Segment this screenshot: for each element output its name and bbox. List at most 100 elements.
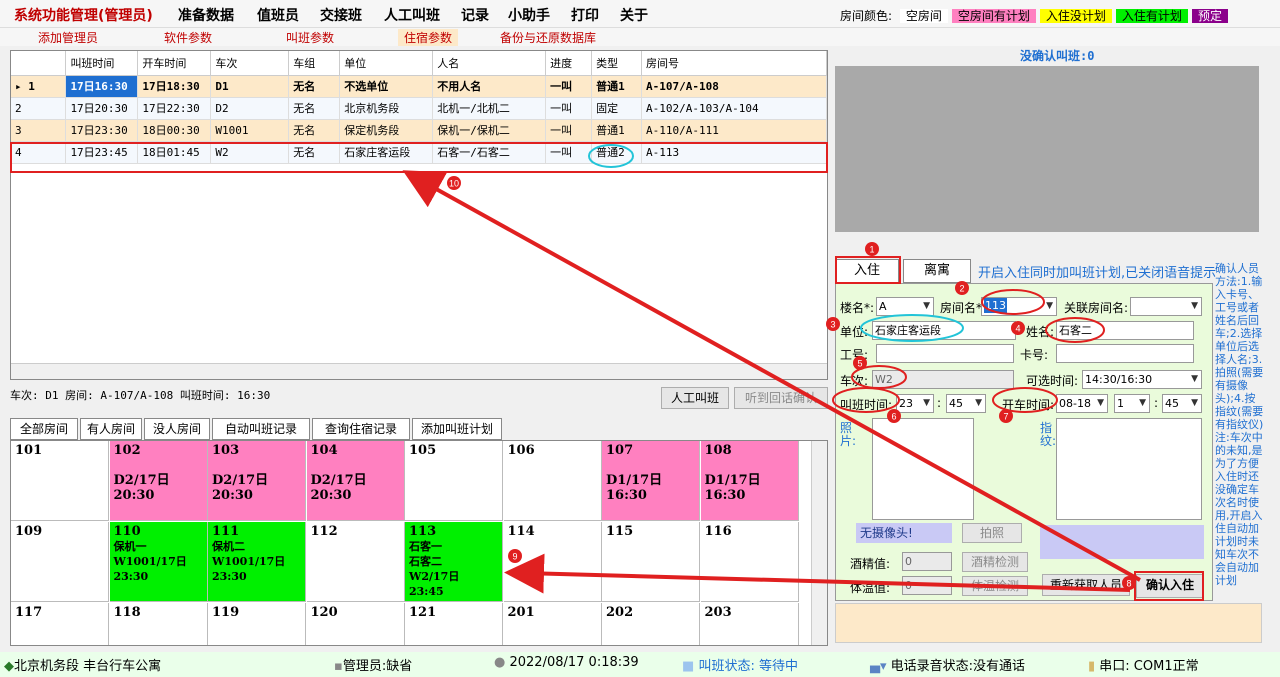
- table-cell: 18日00:30: [137, 119, 212, 142]
- room-cell[interactable]: 109: [11, 522, 109, 602]
- room-select[interactable]: 113 ▼: [981, 297, 1057, 316]
- tab-checkout[interactable]: 离寓: [903, 259, 971, 283]
- room-cell[interactable]: 117: [11, 603, 109, 645]
- room-cell[interactable]: 115: [602, 522, 700, 602]
- room-cell[interactable]: 101: [11, 441, 109, 521]
- room-number: 101: [15, 443, 43, 458]
- menu-duty-officer[interactable]: 值班员: [257, 5, 299, 25]
- table-cell: 17日22:30: [137, 97, 212, 120]
- menu-about[interactable]: 关于: [620, 5, 648, 25]
- room-cell[interactable]: 203: [701, 603, 799, 645]
- table-row[interactable]: ▸ 1 17日16:30 17日18:30 D1 无名 不选单位 不用人名 一叫 普通1 A-10…: [11, 75, 827, 98]
- submenu-lodging-params[interactable]: 住宿参数: [398, 29, 459, 46]
- depart-time-colon: :: [1154, 396, 1159, 410]
- available-time-label: 可选时间:: [1026, 374, 1079, 388]
- depart-date-select[interactable]: 08-18 ▼: [1056, 394, 1108, 413]
- grid-column-header[interactable]: 单位: [339, 51, 434, 76]
- tab-all-rooms[interactable]: 全部房间: [10, 418, 78, 440]
- work-no-field[interactable]: [876, 344, 1014, 363]
- related-room-select[interactable]: ▼: [1130, 297, 1202, 316]
- room-info-line: 石客二: [409, 555, 442, 568]
- tab-auto-call-records[interactable]: 自动叫班记录: [212, 418, 310, 440]
- available-time-select[interactable]: 14:30/16:30 ▼: [1082, 370, 1202, 389]
- room-cell[interactable]: 114: [503, 522, 602, 602]
- room-cell[interactable]: 110 保机一 W1001/17日 23:30: [109, 522, 208, 602]
- unit-field[interactable]: 石家庄客运段: [872, 321, 1016, 340]
- photo-button[interactable]: 拍照: [962, 523, 1022, 543]
- submenu-add-admin[interactable]: 添加管理员: [38, 29, 98, 46]
- card-no-field[interactable]: [1056, 344, 1194, 363]
- menu-print[interactable]: 打印: [571, 5, 599, 25]
- room-cell[interactable]: 121: [405, 603, 503, 645]
- tab-add-call-plan[interactable]: 添加叫班计划: [412, 418, 502, 440]
- room-cell[interactable]: 120: [307, 603, 405, 645]
- room-cell[interactable]: 103 D2/17日 20:30: [208, 441, 306, 521]
- room-cell[interactable]: 119: [208, 603, 306, 645]
- room-cell[interactable]: 111 保机二 W1001/17日 23:30: [208, 522, 306, 602]
- room-cell[interactable]: 105: [405, 441, 503, 521]
- checkin-hint: 开启入住同时加叫班计划,已关闭语音提示: [978, 266, 1217, 281]
- grid-column-header[interactable]: 车组: [288, 51, 341, 76]
- room-cell[interactable]: 201: [504, 603, 602, 645]
- grid-column-header[interactable]: [11, 51, 67, 76]
- temperature-test-button[interactable]: 体温检测: [962, 576, 1028, 596]
- grid-column-header[interactable]: 人名: [432, 51, 547, 76]
- room-cell[interactable]: 106: [503, 441, 602, 521]
- room-number: 113: [409, 524, 437, 539]
- grid-column-header[interactable]: 进度: [545, 51, 593, 76]
- tab-checkin[interactable]: 入住: [835, 259, 899, 283]
- room-cell[interactable]: 104 D2/17日 20:30: [306, 441, 405, 521]
- alcohol-test-button[interactable]: 酒精检测: [962, 552, 1028, 572]
- serial-status: ▮ 串口: COM1正常: [1088, 659, 1199, 674]
- grid-column-header[interactable]: 叫班时间: [65, 51, 139, 76]
- manual-call-button[interactable]: 人工叫班: [661, 387, 729, 409]
- menu-records[interactable]: 记录: [461, 5, 489, 25]
- reread-person-button[interactable]: 重新获取人员: [1042, 574, 1130, 596]
- table-row[interactable]: 4 17日23:45 18日01:45 W2 无名 石家庄客运段 石客一/石客二 一叫 普通2 A…: [11, 141, 827, 164]
- depart-minute-select[interactable]: 45 ▼: [1162, 394, 1202, 413]
- horizontal-scrollbar[interactable]: [11, 363, 827, 379]
- card-no-label: 卡号:: [1020, 348, 1049, 362]
- vertical-scrollbar[interactable]: [811, 441, 827, 645]
- temperature-label: 体温值:: [850, 581, 891, 595]
- room-cell[interactable]: 113 石客一 石客二 W2/17日 23:45: [405, 522, 503, 602]
- grid-column-header[interactable]: 房间号: [641, 51, 827, 76]
- room-cell[interactable]: 107 D1/17日 16:30: [602, 441, 700, 521]
- menu-system[interactable]: 系统功能管理(管理员): [14, 5, 153, 25]
- heard-confirm-button[interactable]: 听到回话确认: [734, 387, 828, 409]
- table-row[interactable]: 3 17日23:30 18日00:30 W1001 无名 保定机务段 保机一/保机二 一叫 普通…: [11, 119, 827, 142]
- room-cell[interactable]: 102 D2/17日 20:30: [109, 441, 208, 521]
- room-cell[interactable]: 202: [602, 603, 700, 645]
- room-info-line: 石客一: [409, 540, 442, 553]
- user-icon: ▪: [334, 659, 343, 674]
- room-info-line: [606, 458, 695, 473]
- submenu-call-params[interactable]: 叫班参数: [286, 29, 334, 46]
- menu-assistant[interactable]: 小助手: [508, 5, 550, 25]
- depart-hour-select[interactable]: 1 ▼: [1114, 394, 1150, 413]
- submenu-backup-restore[interactable]: 备份与还原数据库: [500, 29, 596, 46]
- name-field[interactable]: 石客二: [1056, 321, 1194, 340]
- menu-prepare-data[interactable]: 准备数据: [178, 5, 234, 25]
- call-time-label: 叫班时间:: [840, 398, 893, 412]
- tab-query-lodging[interactable]: 查询住宿记录: [312, 418, 410, 440]
- tab-empty-rooms[interactable]: 没人房间: [144, 418, 210, 440]
- room-info-line: 23:45: [409, 585, 444, 598]
- room-cell[interactable]: 118: [110, 603, 208, 645]
- room-cell[interactable]: 116: [700, 522, 799, 602]
- grid-column-header[interactable]: 开车时间: [137, 51, 212, 76]
- grid-column-header[interactable]: 车次: [210, 51, 290, 76]
- building-select[interactable]: A ▼: [876, 297, 934, 316]
- call-minute-select[interactable]: 45 ▼: [946, 394, 986, 413]
- photo-box: [872, 418, 974, 520]
- submenu-software-params[interactable]: 软件参数: [164, 29, 212, 46]
- menu-manual-call[interactable]: 人工叫班: [384, 5, 440, 25]
- call-hour-select[interactable]: 23 ▼: [896, 394, 934, 413]
- confirm-checkin-button[interactable]: 确认入住: [1136, 574, 1204, 598]
- grid-column-header[interactable]: 类型: [591, 51, 643, 76]
- room-cell[interactable]: 108 D1/17日 16:30: [700, 441, 799, 521]
- tab-occupied-rooms[interactable]: 有人房间: [80, 418, 142, 440]
- menu-handover[interactable]: 交接班: [320, 5, 362, 25]
- room-cell[interactable]: 112: [306, 522, 405, 602]
- room-number: 115: [606, 524, 634, 539]
- table-row[interactable]: 2 17日20:30 17日22:30 D2 无名 北京机务段 北机一/北机二 一叫 固定 A-1…: [11, 97, 827, 120]
